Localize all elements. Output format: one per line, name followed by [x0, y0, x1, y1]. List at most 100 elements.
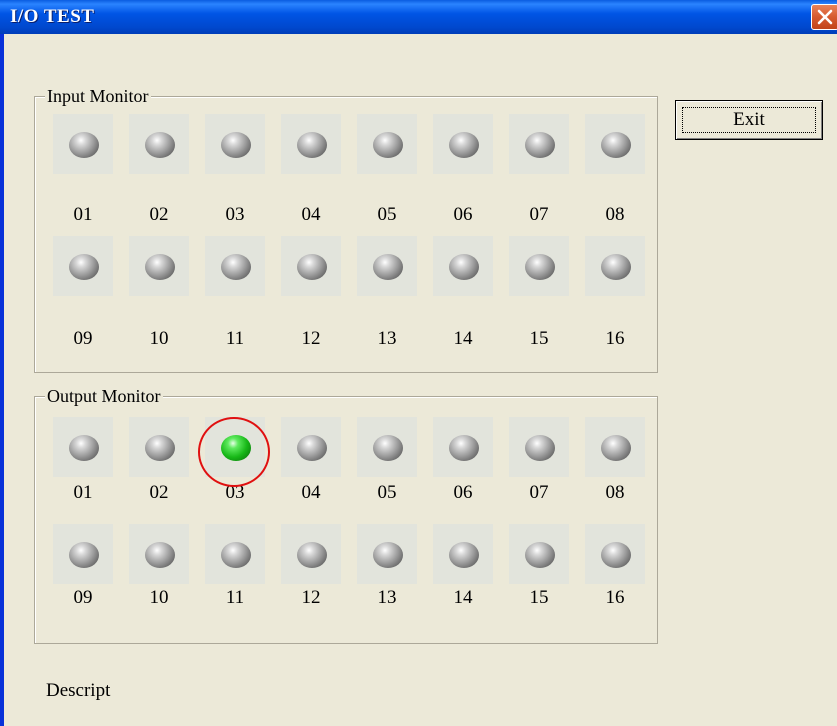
channel-number: 16 [605, 328, 625, 349]
channel-number: 02 [149, 204, 169, 225]
channel-number: 05 [377, 482, 397, 503]
channel-number: 08 [605, 482, 625, 503]
led-indicator-off [297, 254, 327, 280]
channel-number: 07 [529, 204, 549, 225]
title-bar[interactable]: I/O TEST [0, 0, 837, 34]
channel-number: 12 [301, 587, 321, 608]
led-indicator-off [145, 132, 175, 158]
led-cell [357, 236, 417, 296]
led-cell [585, 236, 645, 296]
led-indicator-off [601, 542, 631, 568]
led-indicator-off [221, 132, 251, 158]
led-indicator-off [601, 254, 631, 280]
led-cell [53, 417, 113, 477]
channel-number: 01 [73, 482, 93, 503]
led-cell [205, 114, 265, 174]
channel-number: 12 [301, 328, 321, 349]
channel-number: 06 [453, 204, 473, 225]
window-title: I/O TEST [10, 6, 95, 27]
led-indicator-off [373, 435, 403, 461]
channel-number: 11 [225, 328, 245, 349]
led-cell [129, 524, 189, 584]
led-cell [205, 236, 265, 296]
led-indicator-off [69, 132, 99, 158]
led-indicator-off [373, 254, 403, 280]
led-cell [129, 114, 189, 174]
channel-number: 10 [149, 328, 169, 349]
led-indicator-off [145, 254, 175, 280]
channel-number: 06 [453, 482, 473, 503]
led-indicator-off [449, 254, 479, 280]
led-indicator-off [145, 542, 175, 568]
led-indicator-off [373, 542, 403, 568]
led-cell [585, 524, 645, 584]
output-monitor-label: Output Monitor [45, 386, 163, 406]
led-indicator-off [449, 132, 479, 158]
led-cell [357, 417, 417, 477]
led-indicator-off [601, 132, 631, 158]
led-cell [509, 524, 569, 584]
channel-number: 13 [377, 587, 397, 608]
led-indicator-off [69, 542, 99, 568]
led-cell [433, 236, 493, 296]
led-cell [281, 524, 341, 584]
channel-number: 05 [377, 204, 397, 225]
led-cell [129, 417, 189, 477]
window-frame [0, 34, 4, 726]
channel-number: 13 [377, 328, 397, 349]
led-indicator-off [145, 435, 175, 461]
led-indicator-off [221, 254, 251, 280]
led-indicator-off [297, 132, 327, 158]
description-label: Descript [46, 680, 111, 701]
led-indicator-off [601, 435, 631, 461]
led-cell [357, 114, 417, 174]
led-indicator-off [221, 542, 251, 568]
led-cell [205, 524, 265, 584]
led-cell [281, 114, 341, 174]
channel-number: 04 [301, 482, 321, 503]
led-cell [433, 114, 493, 174]
led-indicator-off [69, 435, 99, 461]
led-indicator-off [525, 132, 555, 158]
channel-number: 01 [73, 204, 93, 225]
exit-button[interactable]: Exit [675, 100, 823, 140]
led-indicator-off [449, 435, 479, 461]
led-cell [281, 417, 341, 477]
led-indicator-off [297, 435, 327, 461]
highlight-circle [198, 417, 270, 487]
channel-number: 07 [529, 482, 549, 503]
input-monitor-label: Input Monitor [45, 86, 151, 106]
channel-number: 03 [225, 204, 245, 225]
led-indicator-off [525, 542, 555, 568]
channel-number: 14 [453, 328, 473, 349]
led-cell [357, 524, 417, 584]
channel-number: 14 [453, 587, 473, 608]
close-button[interactable] [811, 4, 837, 30]
led-indicator-off [373, 132, 403, 158]
channel-number: 10 [149, 587, 169, 608]
led-indicator-off [525, 254, 555, 280]
exit-button-label: Exit [733, 109, 765, 130]
channel-number: 08 [605, 204, 625, 225]
channel-number: 02 [149, 482, 169, 503]
channel-number: 15 [529, 328, 549, 349]
led-cell [509, 236, 569, 296]
channel-number: 11 [225, 587, 245, 608]
output-monitor-group: Output Monitor 01 02 03 04 05 06 07 08 09 10 11 12 1… [34, 386, 658, 644]
led-indicator-off [449, 542, 479, 568]
close-icon [817, 9, 833, 25]
led-cell [53, 114, 113, 174]
led-cell [433, 417, 493, 477]
led-cell [509, 417, 569, 477]
led-cell [585, 417, 645, 477]
led-indicator-off [297, 542, 327, 568]
input-monitor-group: Input Monitor 01 02 03 04 05 06 07 08 09 10 11 12 13… [34, 86, 658, 373]
led-cell [53, 524, 113, 584]
channel-number: 15 [529, 587, 549, 608]
led-cell [281, 236, 341, 296]
led-cell [433, 524, 493, 584]
channel-number: 09 [73, 328, 93, 349]
led-cell [585, 114, 645, 174]
channel-number: 04 [301, 204, 321, 225]
channel-number: 16 [605, 587, 625, 608]
